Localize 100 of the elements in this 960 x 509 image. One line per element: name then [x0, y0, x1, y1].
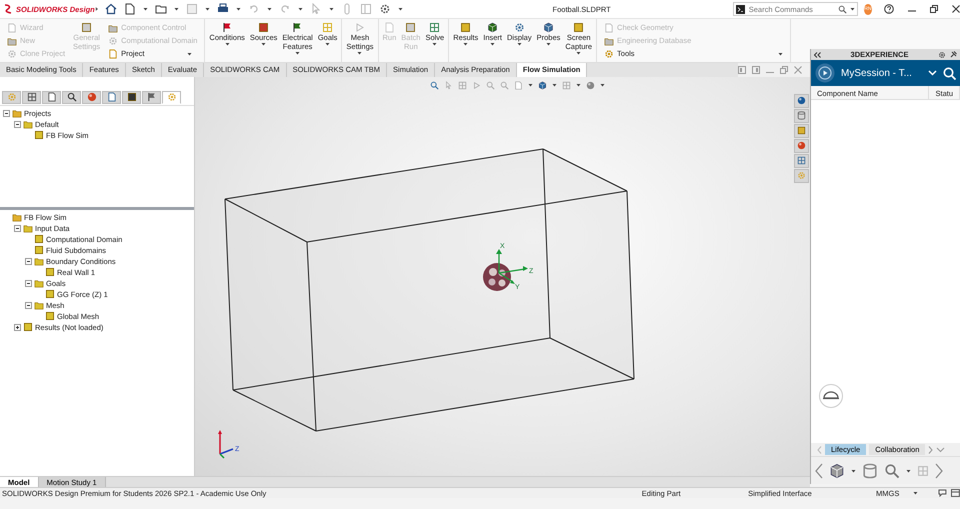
printer-icon[interactable] — [216, 3, 229, 15]
tile-icon[interactable] — [738, 66, 746, 74]
ball-drawing — [483, 262, 511, 291]
folder-icon — [23, 223, 33, 234]
grid-icon — [797, 156, 806, 166]
grid-icon — [429, 22, 440, 33]
restore-icon[interactable] — [930, 5, 938, 13]
search-icon[interactable] — [943, 66, 956, 80]
document-icon — [7, 22, 17, 32]
gear-icon — [6, 92, 16, 102]
square-icon — [34, 130, 44, 140]
square-icon — [23, 322, 33, 332]
square-icon — [45, 311, 55, 322]
panel-tab[interactable] — [102, 90, 121, 104]
database-icon — [797, 111, 806, 120]
square-icon — [258, 22, 270, 33]
expand-arrow-icon[interactable] — [94, 6, 99, 12]
home-icon[interactable] — [104, 3, 117, 15]
task-pane-tab[interactable] — [794, 108, 809, 123]
expander-icon[interactable] — [14, 224, 21, 232]
grid-icon — [322, 22, 334, 33]
task-pane-tab[interactable] — [794, 154, 809, 168]
gear-icon — [514, 22, 525, 33]
compass-icon[interactable] — [815, 63, 835, 83]
magnifier-icon[interactable] — [430, 80, 439, 90]
gear-icon — [7, 48, 17, 58]
folder-icon — [7, 36, 17, 46]
expander-icon[interactable] — [25, 302, 32, 309]
database-icon[interactable] — [862, 462, 878, 478]
cube-icon — [542, 22, 554, 33]
cube-icon[interactable] — [538, 80, 547, 90]
square-icon — [34, 234, 44, 244]
expander-icon[interactable] — [25, 280, 32, 287]
square-icon — [126, 92, 136, 102]
folder-icon — [34, 300, 44, 310]
folder-icon — [23, 119, 33, 130]
folder-icon — [604, 36, 614, 46]
collapse-icon[interactable] — [814, 52, 821, 58]
logo-icon — [3, 4, 14, 14]
caret-icon — [236, 7, 241, 11]
task-pane-tab[interactable] — [794, 138, 809, 153]
caret-icon — [266, 7, 272, 11]
caret-icon — [174, 7, 179, 11]
folder-icon — [108, 22, 118, 32]
caret-icon — [142, 7, 148, 11]
square-icon — [797, 126, 806, 136]
folder-icon — [12, 108, 22, 118]
hard-hat-icon[interactable] — [819, 384, 843, 408]
flag-icon — [222, 22, 233, 33]
caret-icon — [913, 491, 918, 495]
gear-icon — [108, 36, 118, 46]
tile-icon[interactable] — [752, 66, 760, 74]
gear-icon[interactable] — [938, 50, 946, 58]
speech-bubble-icon[interactable] — [938, 489, 948, 497]
flag-icon — [146, 92, 156, 102]
gear-icon[interactable] — [378, 3, 391, 15]
magnifier-icon[interactable] — [884, 462, 900, 478]
panel-tab[interactable] — [42, 90, 61, 104]
help-icon[interactable] — [884, 4, 894, 14]
expander-icon[interactable] — [3, 110, 10, 117]
view-triad-drawing — [218, 430, 234, 458]
open-folder-icon[interactable] — [154, 3, 167, 15]
folder-icon — [12, 212, 22, 222]
caret-icon — [204, 7, 210, 11]
document-icon — [384, 22, 395, 33]
grid-icon — [26, 92, 36, 102]
task-pane-tab[interactable] — [794, 124, 809, 138]
document-icon — [46, 92, 56, 102]
sphere-icon — [797, 96, 806, 106]
expander-icon[interactable] — [14, 120, 21, 128]
square-icon — [34, 245, 44, 256]
caret-icon — [600, 83, 605, 88]
gear-icon — [604, 48, 614, 58]
caret-icon — [552, 83, 557, 88]
caret-icon — [328, 7, 334, 11]
square-icon — [45, 289, 55, 300]
caret-icon — [850, 7, 855, 11]
magnifier-icon[interactable] — [838, 4, 847, 14]
panel-tab[interactable] — [22, 90, 41, 104]
expander-icon[interactable] — [14, 324, 21, 331]
window-icon[interactable] — [951, 489, 960, 497]
folder-icon — [34, 278, 44, 288]
close-icon[interactable] — [952, 5, 960, 13]
panel-tab[interactable] — [122, 90, 141, 104]
document-icon — [108, 48, 118, 58]
expander-icon[interactable] — [25, 258, 32, 265]
document-icon — [604, 22, 614, 32]
caret-icon — [851, 468, 856, 472]
panel-tab[interactable] — [62, 90, 81, 104]
panel-tab[interactable] — [142, 90, 161, 104]
square-icon — [405, 22, 416, 33]
play-icon — [354, 22, 366, 33]
axis-arrows-drawing — [496, 248, 528, 284]
new-document-icon[interactable] — [124, 3, 136, 15]
folder-icon — [34, 256, 44, 266]
caret-icon — [906, 468, 911, 472]
task-pane-tab[interactable] — [794, 94, 809, 108]
sphere-icon[interactable] — [586, 80, 595, 90]
square-icon — [573, 22, 584, 33]
cube-icon[interactable] — [829, 462, 845, 478]
